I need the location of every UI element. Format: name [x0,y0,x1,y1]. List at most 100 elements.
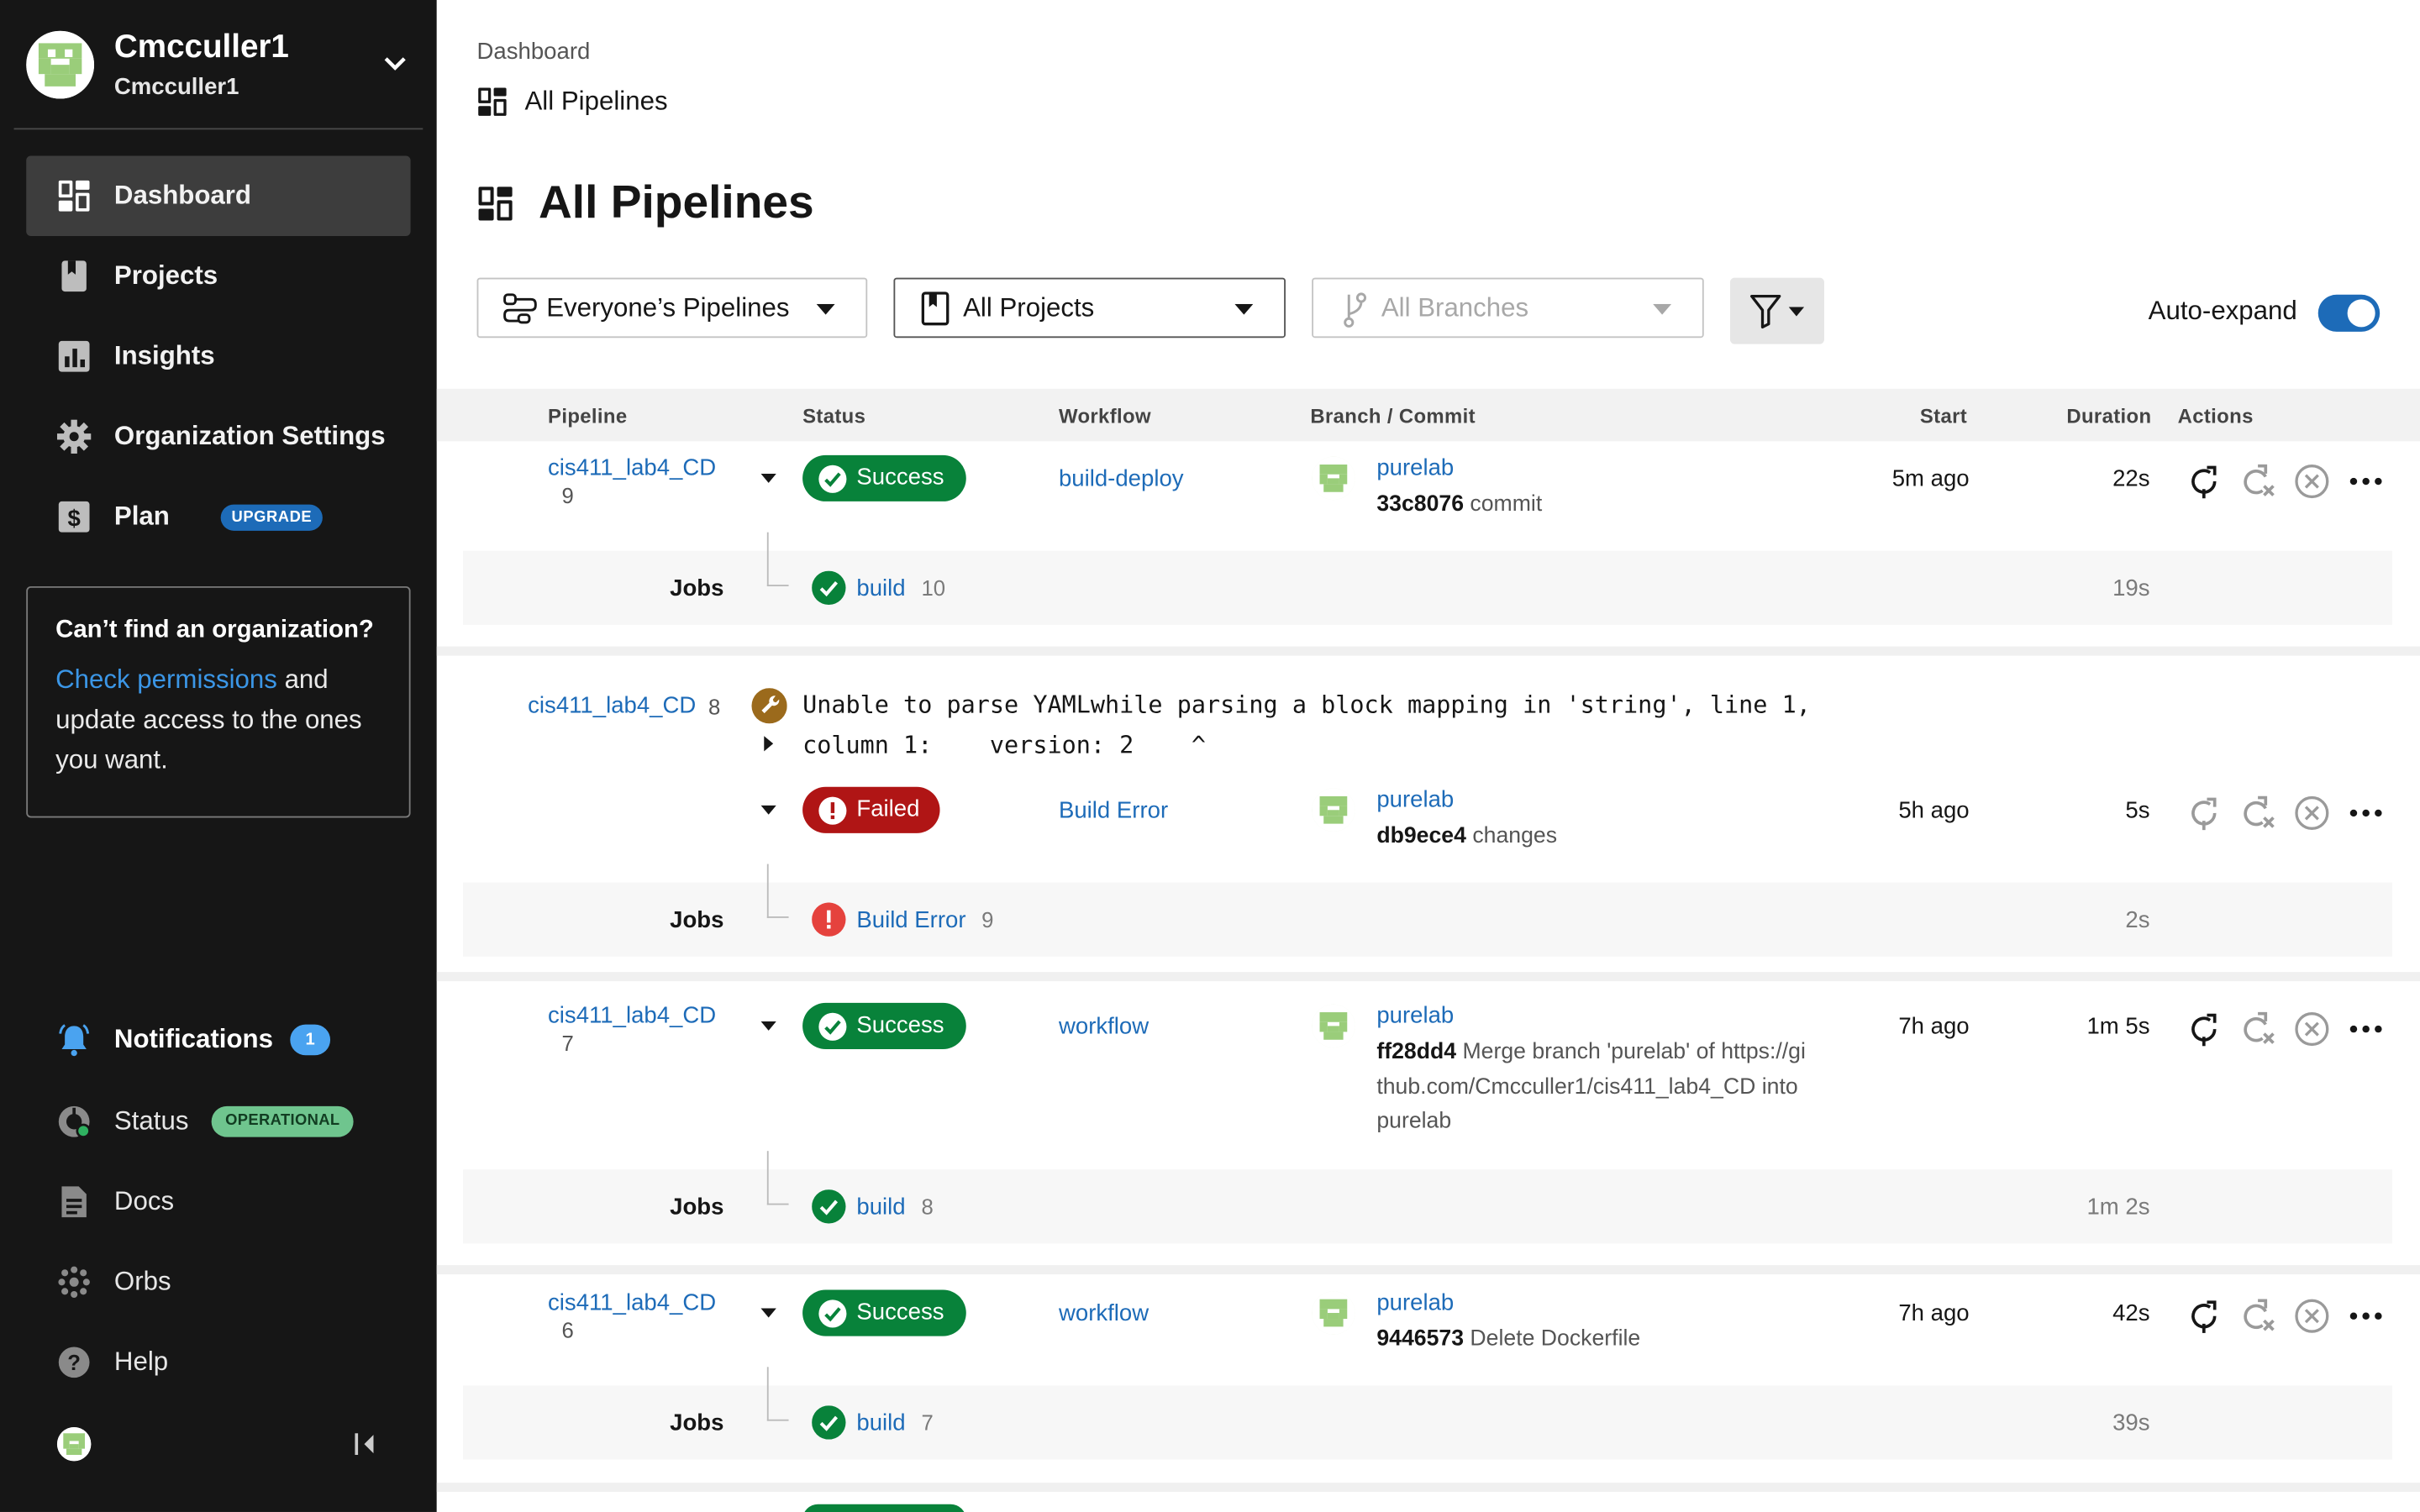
workflow-link[interactable]: Build Error [1059,798,1168,824]
auto-expand-toggle[interactable] [2317,294,2381,332]
cancel-workflow-icon[interactable] [2293,1298,2330,1335]
jobs-row: Jobs build 10 19s [463,532,2392,625]
sidebar-item-orbs[interactable]: Orbs [26,1252,410,1313]
pipeline-start-time: 7h ago [1898,1013,1970,1040]
rerun-failed-icon[interactable] [2239,1298,2276,1335]
bell-icon [57,1023,91,1057]
commit-sha[interactable]: 33c8076 [1376,492,1464,517]
rerun-failed-icon[interactable] [2239,463,2276,500]
account-switcher[interactable]: Cmcculler1 Cmcculler1 [26,28,423,102]
sidebar-item-label: Status [113,1105,189,1136]
caret-down-icon[interactable] [760,805,776,815]
upgrade-badge[interactable]: UPGRADE [220,504,324,531]
sidebar-item-help[interactable]: ? Help [26,1331,410,1393]
branch-link[interactable]: purelab [1376,1289,1454,1315]
collapse-sidebar-icon[interactable] [352,1431,380,1458]
caret-down-icon[interactable] [760,1021,776,1031]
sidebar-item-docs[interactable]: Docs [26,1171,410,1232]
rerun-icon[interactable] [2186,1011,2223,1047]
table-header: Pipeline Status Workflow Branch / Commit… [436,388,2420,442]
more-actions-icon[interactable] [2348,463,2385,500]
status-badge [802,1504,966,1512]
job-name-link[interactable]: build [856,1194,905,1221]
sidebar-item-projects[interactable]: Projects [26,236,410,317]
job-name-link[interactable]: build [856,1410,905,1436]
workflow-link[interactable]: workflow [1059,1300,1149,1326]
pipeline-name-link[interactable]: cis411_lab4_CD [548,455,716,481]
rerun-icon[interactable] [2186,1298,2223,1335]
filter-funnel-icon [1749,293,1782,330]
job-name-link[interactable]: Build Error [856,907,965,933]
page-header: All Pipelines [477,177,814,229]
jobs-label: Jobs [670,1194,724,1221]
sidebar-item-insights[interactable]: Insights [26,317,410,397]
check-permissions-link[interactable]: Check permissions [55,665,277,695]
success-check-icon [818,1012,847,1042]
cancel-workflow-icon[interactable] [2293,1011,2330,1047]
failed-alert-icon [818,796,847,826]
notification-count-badge: 1 [290,1024,331,1056]
rerun-icon[interactable] [2186,463,2223,500]
branch-link[interactable]: purelab [1376,455,1454,481]
pipeline-name-link[interactable]: cis411_lab4_CD [548,1003,716,1029]
caret-right-icon[interactable] [764,736,774,752]
pipeline-duration: 5s [2125,797,2150,824]
success-check-icon [812,570,846,605]
sidebar-item-status[interactable]: Status OPERATIONAL [26,1091,410,1152]
caret-down-icon[interactable] [760,1308,776,1318]
cancel-workflow-icon[interactable] [2293,463,2330,500]
pipeline-number: 7 [561,1030,574,1056]
sidebar-item-dashboard[interactable]: Dashboard [26,155,411,237]
filter-button[interactable] [1729,277,1824,344]
pipeline-number: 6 [561,1317,574,1342]
commit-author-avatar [1312,456,1355,501]
column-header-workflow: Workflow [1058,404,1151,428]
commit-sha[interactable]: 9446573 [1376,1327,1464,1352]
commit-sha[interactable]: db9ece4 [1376,824,1466,848]
job-number: 10 [921,575,946,601]
help-icon: ? [57,1346,91,1379]
operational-status-badge: OPERATIONAL [211,1105,355,1137]
jobs-label: Jobs [670,906,724,934]
projects-filter-dropdown[interactable]: All Projects [893,277,1286,339]
sidebar-divider [13,128,424,130]
user-avatar[interactable] [56,1426,92,1462]
more-actions-icon[interactable] [2348,1298,2385,1335]
rerun-failed-icon[interactable] [2239,1011,2276,1047]
breadcrumb-parent[interactable]: Dashboard [477,39,591,65]
jobs-label: Jobs [670,575,724,602]
caret-down-icon [1788,307,1805,317]
sidebar-item-notifications[interactable]: Notifications 1 [26,1009,410,1070]
sidebar-item-organization-settings[interactable]: Organization Settings [26,396,410,477]
pipelines-filter-dropdown[interactable]: Everyone’s Pipelines [476,277,868,339]
branch-link[interactable]: purelab [1376,1003,1454,1029]
pipeline-duration: 1m 5s [2086,1013,2150,1040]
tree-connector [766,532,789,586]
workflow-link[interactable]: workflow [1059,1014,1149,1040]
branches-filter-value: All Branches [1381,292,1529,323]
sidebar-item-plan[interactable]: $ Plan UPGRADE [26,477,410,558]
commit-author-avatar [1312,1291,1355,1335]
pipeline-name-link[interactable]: cis411_lab4_CD [528,693,696,719]
commit-sha[interactable]: ff28dd4 [1376,1040,1456,1064]
config-error-message: Unable to parse YAMLwhile parsing a bloc… [802,690,1811,759]
status-gauge-icon [57,1105,91,1139]
caret-down-icon [816,303,835,315]
commit-info: db9ece4 changes [1376,819,1808,853]
column-header-duration: Duration [2066,404,2152,428]
workflow-link[interactable]: build-deploy [1059,466,1184,492]
pipeline-name-link[interactable]: cis411_lab4_CD [548,1289,716,1315]
more-actions-icon[interactable] [2348,795,2385,832]
chevron-down-icon[interactable] [381,50,409,77]
status-label: Failed [856,795,920,822]
branches-filter-dropdown[interactable]: All Branches [1312,277,1704,339]
branch-link[interactable]: purelab [1376,787,1454,813]
cancel-workflow-icon[interactable] [2293,795,2330,832]
tree-connector [766,1367,789,1421]
rerun-icon[interactable] [2186,795,2223,832]
more-actions-icon[interactable] [2348,1011,2385,1047]
account-name: Cmcculler1 [113,29,289,66]
rerun-failed-icon[interactable] [2239,795,2276,832]
job-name-link[interactable]: build [856,575,905,601]
caret-down-icon[interactable] [760,473,776,483]
